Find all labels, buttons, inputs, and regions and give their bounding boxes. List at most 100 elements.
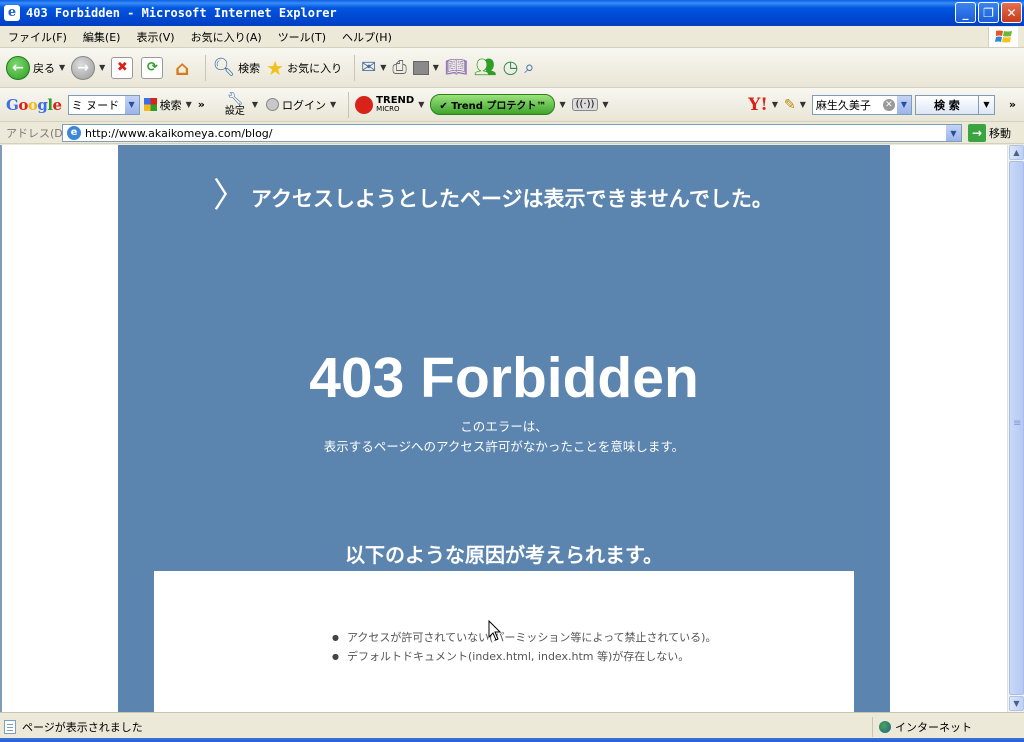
yahoo-search-input[interactable]: 麻生久美子 ✕ ▼ [811, 94, 912, 115]
settings-label: 設定 [224, 105, 245, 117]
google-logo[interactable]: Google [6, 96, 62, 114]
mail-icon: ✉ [361, 57, 377, 78]
scroll-up-icon[interactable]: ▲ [1009, 145, 1024, 160]
page-favicon-icon: e [67, 126, 81, 140]
menu-view[interactable]: 表示(V) [128, 29, 182, 45]
research-button[interactable]: 📖︎ [445, 57, 468, 78]
double-chevron-icon[interactable]: » [198, 98, 205, 111]
mouse-cursor-icon [488, 620, 502, 641]
status-bar: ページが表示されました インターネット [0, 712, 1024, 742]
settings-button[interactable]: 🔧︎ 設定 [225, 93, 245, 117]
home-icon[interactable]: ⌂ [171, 56, 193, 80]
close-button[interactable]: ✕ [1001, 2, 1022, 23]
google-search-input[interactable]: ミ ヌード ▼ [67, 94, 140, 115]
chevron-down-icon[interactable]: ▼ [124, 95, 139, 114]
window-titlebar[interactable]: e 403 Forbidden - Microsoft Internet Exp… [0, 0, 1024, 26]
security-zone[interactable]: インターネット [872, 717, 972, 737]
menu-bar: ファイル(F) 編集(E) 表示(V) お気に入り(A) ツール(T) ヘルプ(… [0, 26, 1024, 48]
chevron-down-icon[interactable]: ▼ [896, 95, 911, 114]
reasons-list: アクセスが許可されていない(パーミッション等によって禁止されている)。 デフォル… [332, 629, 717, 667]
menu-tools[interactable]: ツール(T) [270, 29, 334, 45]
double-chevron-icon[interactable]: » [1009, 98, 1016, 111]
go-button[interactable]: → 移動 [968, 124, 1011, 142]
login-circle-icon [266, 98, 280, 111]
yahoo-dropdown-icon[interactable]: ▼ [772, 100, 778, 109]
maximize-button[interactable]: ❐ [978, 2, 999, 23]
forward-button[interactable]: → ▼ [71, 55, 105, 80]
back-arrow-icon: ← [6, 55, 30, 80]
toolbar-separator [348, 91, 350, 118]
history-icon: ◷ [502, 57, 519, 78]
mail-dropdown-icon[interactable]: ▼ [380, 63, 386, 72]
settings-dropdown-icon[interactable]: ▼ [252, 100, 258, 109]
page-viewport[interactable]: 〉 アクセスしようとしたページは表示できませんでした。 403 Forbidde… [0, 145, 1007, 712]
messenger-button[interactable]: 👥︎ [474, 57, 497, 78]
menu-help[interactable]: ヘルプ(H) [334, 29, 400, 45]
menu-edit[interactable]: 編集(E) [75, 29, 129, 45]
trend-protect-button[interactable]: ✔ Trend プロテクト™ ▼ [430, 94, 566, 115]
clear-icon[interactable]: ✕ [882, 98, 895, 111]
signal-icon: ((·)) [571, 98, 599, 111]
login-label: ログイン [282, 98, 327, 112]
status-message: ページが表示されました [22, 721, 143, 734]
edit-icon [412, 60, 429, 75]
google-search-dropdown-icon[interactable]: ▼ [186, 100, 192, 109]
vertical-scrollbar[interactable]: ▲ ▼ [1007, 145, 1024, 712]
address-input[interactable]: e http://www.akaikomeya.com/blog/ ▼ [62, 124, 962, 142]
trend-micro-icon [355, 95, 374, 114]
list-item: アクセスが許可されていない(パーミッション等によって禁止されている)。 [332, 629, 717, 648]
yahoo-search-button[interactable]: 検 索 [914, 94, 979, 115]
scroll-down-icon[interactable]: ▼ [1009, 696, 1024, 711]
address-url: http://www.akaikomeya.com/blog/ [85, 126, 273, 140]
forward-dropdown-icon[interactable]: ▼ [99, 63, 105, 72]
edit-dropdown-icon[interactable]: ▼ [433, 63, 439, 72]
google-search-button[interactable]: 検索 ▼ [143, 97, 192, 113]
reasons-box: アクセスが許可されていない(パーミッション等によって禁止されている)。 デフォル… [154, 571, 854, 712]
signal-button[interactable]: ((·)) ▼ [571, 98, 609, 111]
trend-micro-button[interactable]: TREND MICRO ▼ [355, 94, 424, 114]
trend-micro-label: TREND [376, 94, 415, 106]
page-icon [4, 720, 16, 734]
menu-file[interactable]: ファイル(F) [0, 29, 75, 45]
refresh-icon[interactable]: ⟳ [141, 56, 164, 79]
trend-protect-dropdown-icon[interactable]: ▼ [559, 100, 565, 109]
print-button[interactable]: ⎙ [392, 57, 406, 78]
address-bar: アドレス(D) e http://www.akaikomeya.com/blog… [0, 122, 1024, 144]
globe-icon [879, 721, 891, 733]
yahoo-query-text: 麻生久美子 [815, 98, 871, 112]
minimize-button[interactable]: _ [955, 2, 976, 23]
page-heading: 〉 アクセスしようとしたページは表示できませんでした。 [213, 179, 773, 213]
zone-label: インターネット [895, 721, 972, 734]
error-code-title: 403 Forbidden [309, 346, 699, 410]
trend-micro-logo: TREND MICRO [376, 94, 415, 114]
mail-button[interactable]: ✉ ▼ [361, 57, 386, 78]
edit-button[interactable]: ▼ [412, 60, 439, 75]
messenger-icon: 👥︎ [473, 57, 497, 78]
highlighter-button[interactable]: ✎ ▼ [784, 97, 806, 113]
stop-icon[interactable]: ✖ [111, 56, 134, 79]
signal-dropdown-icon[interactable]: ▼ [602, 100, 608, 109]
status-message-area: ページが表示されました [4, 719, 143, 735]
login-dropdown-icon[interactable]: ▼ [330, 100, 336, 109]
scroll-thumb[interactable] [1009, 161, 1024, 695]
back-dropdown-icon[interactable]: ▼ [59, 63, 65, 72]
trend-protect-label: Trend プロテクト™ [451, 101, 547, 112]
address-dropdown-icon[interactable]: ▼ [946, 125, 961, 141]
highlighter-dropdown-icon[interactable]: ▼ [800, 100, 806, 109]
favorites-button[interactable]: ★ お気に入り [266, 56, 342, 80]
trend-dropdown-icon[interactable]: ▼ [418, 100, 424, 109]
forward-arrow-icon: → [71, 55, 96, 80]
menu-favorites[interactable]: お気に入り(A) [183, 29, 270, 45]
zoom-icon: ⌕ [524, 57, 535, 78]
star-icon: ★ [266, 55, 285, 80]
search-button[interactable]: 🔍︎ 検索 [212, 57, 260, 78]
check-icon: ✔ [439, 101, 448, 112]
ie-app-icon[interactable]: e [4, 5, 20, 21]
toolbar-separator [354, 54, 356, 81]
yahoo-button[interactable]: Y! ▼ [748, 95, 778, 115]
zoom-button[interactable]: ⌕ [524, 57, 534, 78]
login-button[interactable]: ログイン ▼ [266, 97, 336, 113]
back-button[interactable]: ← 戻る ▼ [6, 55, 65, 80]
history-button[interactable]: ◷ [503, 57, 519, 78]
yahoo-search-dropdown[interactable]: ▼ [978, 94, 995, 115]
